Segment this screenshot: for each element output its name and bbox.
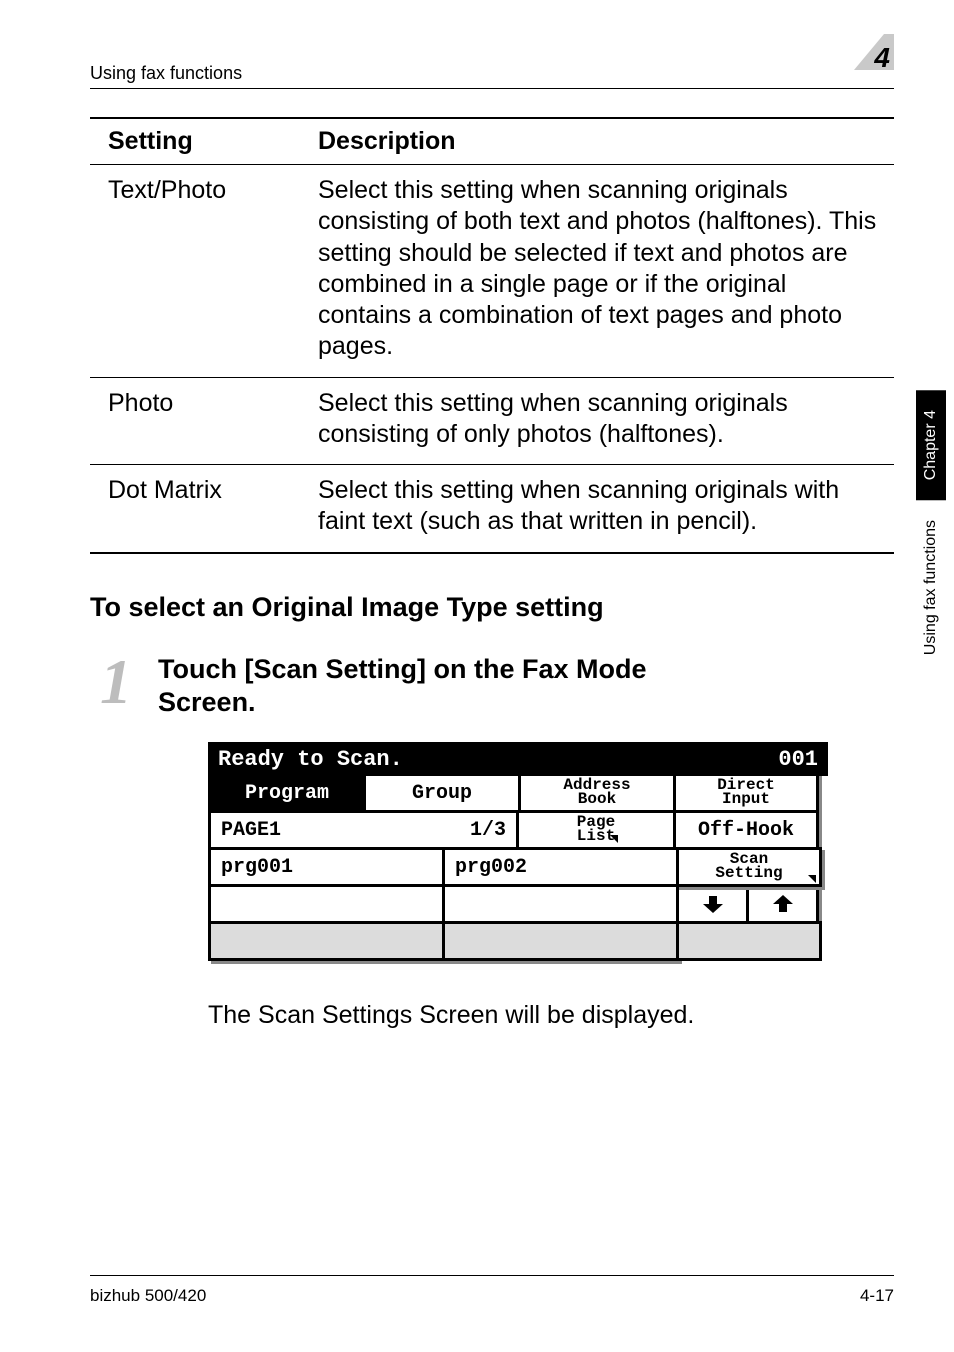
tab-group[interactable]: Group	[363, 773, 521, 813]
cell-setting: Text/Photo	[90, 165, 300, 378]
scan-setting-button[interactable]: ScanSetting	[676, 847, 822, 887]
cell-description: Select this setting when scanning origin…	[300, 165, 894, 378]
tab-program[interactable]: Program	[208, 773, 366, 813]
th-description: Description	[300, 118, 894, 165]
tab-address-book[interactable]: AddressBook	[518, 773, 676, 813]
side-tab-title: Using fax functions	[916, 500, 946, 675]
step-block: 1 Touch [Scan Setting] on the Fax Mode S…	[100, 653, 894, 721]
section-heading: To select an Original Image Type setting	[90, 592, 894, 623]
cell-setting: Photo	[90, 377, 300, 465]
corner-indicator-icon	[808, 875, 816, 883]
settings-table: Setting Description Text/Photo Select th…	[90, 117, 894, 554]
chapter-corner: 4	[842, 40, 894, 84]
lcd-status-count: 001	[778, 747, 818, 772]
cell-description: Select this setting when scanning origin…	[300, 377, 894, 465]
program-slot-button[interactable]: prg002	[442, 847, 679, 887]
lcd-page-fraction: 1/3	[425, 810, 519, 850]
program-slot-button[interactable]: prg001	[208, 847, 445, 887]
lcd-screen: Ready to Scan. 001 Program Group Address…	[208, 742, 828, 961]
page-header: Using fax functions 4	[90, 40, 894, 89]
arrow-down-button[interactable]	[676, 884, 749, 924]
tab-direct-input[interactable]: DirectInput	[673, 773, 819, 813]
program-slot-button[interactable]	[208, 921, 445, 961]
lcd-status-bar: Ready to Scan. 001	[208, 742, 828, 776]
program-slot-button[interactable]	[442, 884, 679, 924]
footer-model: bizhub 500/420	[90, 1286, 206, 1306]
page-footer: bizhub 500/420 4-17	[90, 1275, 894, 1306]
program-slot-button[interactable]	[442, 921, 679, 961]
side-tab: Chapter 4 Using fax functions	[916, 390, 954, 810]
step-result-text: The Scan Settings Screen will be display…	[208, 1001, 894, 1030]
th-setting: Setting	[90, 118, 300, 165]
cell-setting: Dot Matrix	[90, 465, 300, 553]
table-row: Text/Photo Select this setting when scan…	[90, 165, 894, 378]
off-hook-button[interactable]: Off-Hook	[673, 810, 819, 850]
lcd-status-text: Ready to Scan.	[218, 747, 403, 772]
step-instruction: Touch [Scan Setting] on the Fax Mode Scr…	[158, 653, 718, 721]
header-section-title: Using fax functions	[90, 63, 242, 84]
table-row: Photo Select this setting when scanning …	[90, 377, 894, 465]
chapter-number: 4	[874, 42, 890, 74]
arrow-up-button[interactable]	[746, 884, 819, 924]
footer-page-number: 4-17	[860, 1286, 894, 1306]
lcd-blank-area	[676, 921, 822, 961]
page-list-button[interactable]: PageList	[516, 810, 676, 850]
cell-description: Select this setting when scanning origin…	[300, 465, 894, 553]
side-tab-chapter: Chapter 4	[916, 390, 946, 500]
lcd-page-label: PAGE1	[208, 810, 428, 850]
program-slot-button[interactable]	[208, 884, 445, 924]
step-number: 1	[100, 653, 132, 711]
table-row: Dot Matrix Select this setting when scan…	[90, 465, 894, 553]
